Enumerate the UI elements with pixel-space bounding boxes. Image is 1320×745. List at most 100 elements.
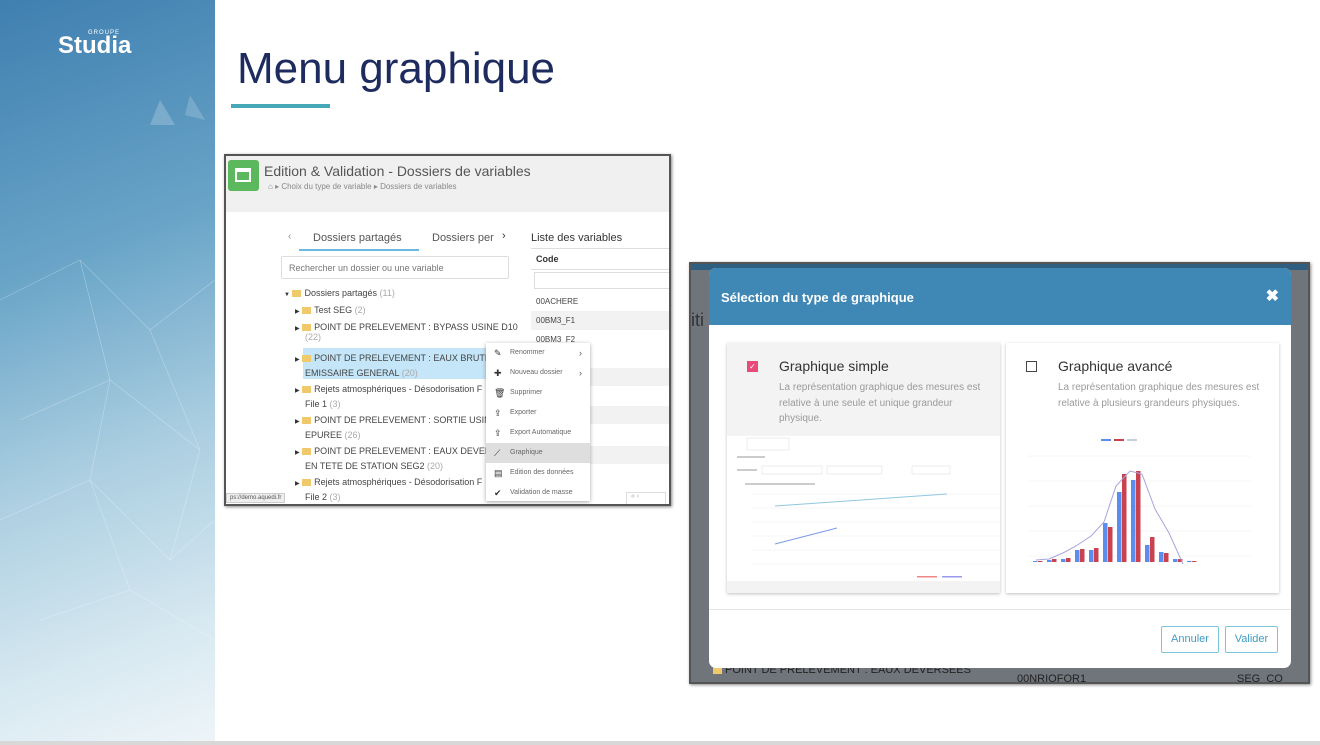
preview-bar <box>1173 559 1178 562</box>
variables-title: Liste des variables <box>531 232 623 244</box>
preview-bar <box>1066 558 1071 562</box>
modal-footer-divider <box>709 609 1291 610</box>
chevron-right-icon: › <box>579 368 582 378</box>
search-input[interactable]: Rechercher un dossier ou une variable <box>281 256 509 279</box>
breadcrumb-item[interactable]: Dossiers de variables <box>380 182 456 191</box>
home-icon[interactable]: ⌂ <box>268 182 273 191</box>
tree-item-selected[interactable]: ▶ POINT DE PRELEVEMENT : EAUX BRUTES EMIS… <box>295 352 497 380</box>
modal-header: Sélection du type de graphique ✖ <box>709 268 1291 325</box>
menu-item-bulk-validation[interactable]: ✔ Validation de masse <box>486 483 590 503</box>
tab-active-indicator <box>299 249 419 251</box>
code-column-header[interactable]: Code <box>531 248 669 270</box>
advanced-chart-preview <box>1006 436 1279 581</box>
chevron-right-icon: › <box>579 348 582 358</box>
tree-item[interactable]: ▶ Rejets atmosphériques - Désodorisation… <box>295 383 482 411</box>
preview-bar <box>1192 561 1197 562</box>
plus-icon: ✚ <box>494 368 502 378</box>
tree-item[interactable]: ▶ Rejets atmosphériques - Désodorisation… <box>295 476 482 504</box>
preview-bar <box>1038 561 1043 562</box>
tree-item[interactable]: ▶ POINT DE PRELEVEMENT : EAUX DEVERSE EN … <box>295 445 503 473</box>
preview-bar <box>1103 523 1108 562</box>
tab-shared[interactable]: Dossiers partagés <box>313 232 402 244</box>
menu-item-chart[interactable]: ⟋ Graphique <box>486 443 590 463</box>
option-title: Graphique simple <box>779 358 889 374</box>
upload-icon: ⇪ <box>494 428 502 438</box>
checkbox-unchecked[interactable] <box>1026 361 1037 372</box>
option-simple-chart[interactable]: ✓ Graphique simple La représentation gra… <box>727 343 1000 593</box>
preview-bar <box>1145 545 1150 562</box>
preview-bar <box>1117 492 1122 562</box>
tree-item[interactable]: ▶ Test SEG (2) <box>295 305 366 315</box>
folder-icon <box>302 479 312 487</box>
preview-bar <box>1075 550 1080 562</box>
chart-type-screenshot: iti POINT DE PRELEVEMENT : EAUX DEVERSEE… <box>689 262 1310 684</box>
tree-item[interactable]: ▶ POINT DE PRELEVEMENT : BYPASS USINE D1… <box>295 322 518 342</box>
tree-root[interactable]: ▼ Dossiers partagés (11) <box>284 288 395 298</box>
slide-bottom-line <box>0 741 1320 745</box>
page-title: Edition & Validation - Dossiers de varia… <box>264 163 531 179</box>
decorative-sidebar <box>0 0 215 745</box>
context-menu: ✎ Renommer › ✚ Nouveau dossier › 🗑 Supprimer … <box>486 343 590 501</box>
background-text: iti <box>691 310 704 330</box>
option-advanced-chart[interactable]: Graphique avancé La représentation graph… <box>1006 343 1279 593</box>
menu-item-auto-export[interactable]: ⇪ Export Automatique <box>486 423 590 443</box>
menu-item-delete[interactable]: 🗑 Supprimer <box>486 383 590 403</box>
simple-chart-preview <box>727 436 1000 581</box>
menu-item-new-folder[interactable]: ✚ Nouveau dossier › <box>486 363 590 383</box>
option-description: La représentation graphique des mesures … <box>1058 382 1260 409</box>
network-pattern <box>0 95 215 641</box>
pagination-first[interactable]: « ‹ <box>626 492 666 504</box>
app-icon <box>228 160 259 191</box>
preview-bar <box>1033 561 1038 562</box>
folder-icon <box>302 355 312 363</box>
preview-bar <box>1150 537 1155 562</box>
tree-item[interactable]: ▶ POINT DE PRELEVEMENT : SORTIE USINE IE… <box>295 414 502 442</box>
preview-bar <box>1047 560 1052 562</box>
menu-item-export[interactable]: ⇪ Exporter <box>486 403 590 423</box>
tab-personal[interactable]: Dossiers per <box>432 232 494 244</box>
preview-bar <box>1159 552 1164 562</box>
status-url: ps://demo.aquedi.fr <box>226 493 286 503</box>
table-row[interactable]: 00ACHERE <box>531 292 669 311</box>
folder-icon <box>302 386 312 394</box>
menu-item-edit-data[interactable]: ▤ Edition des données <box>486 463 590 483</box>
breadcrumb-item[interactable]: Choix du type de variable <box>281 182 371 191</box>
background-site: SEG_CO <box>1237 673 1283 684</box>
folders-screenshot: Edition & Validation - Dossiers de varia… <box>224 154 671 506</box>
close-icon[interactable]: ✖ <box>1266 286 1279 306</box>
tab-prev-icon[interactable]: ‹ <box>288 231 291 242</box>
table-row[interactable]: 00BM3_F1 <box>531 311 669 330</box>
slide-title: Menu graphique <box>237 44 556 93</box>
folder-icon <box>292 290 302 298</box>
preview-bar <box>1061 559 1066 562</box>
preview-bar <box>1089 550 1094 562</box>
preview-bar <box>1136 471 1141 562</box>
option-title: Graphique avancé <box>1058 358 1173 374</box>
edit-icon: ✎ <box>494 348 502 358</box>
breadcrumb: ⌂ ▸ Choix du type de variable ▸ Dossiers… <box>268 182 457 191</box>
cancel-button[interactable]: Annuler <box>1161 626 1219 653</box>
background-code: 00NRIOFOR1 <box>1017 673 1087 684</box>
trash-icon: 🗑 <box>494 388 506 398</box>
validate-button[interactable]: Valider <box>1225 626 1278 653</box>
preview-bar <box>1164 553 1169 562</box>
preview-bar <box>1122 474 1127 562</box>
preview-bar <box>1131 480 1136 562</box>
preview-bar <box>1094 548 1099 562</box>
line-chart-icon: ⟋ <box>494 448 501 458</box>
menu-item-rename[interactable]: ✎ Renommer › <box>486 343 590 363</box>
chart-type-modal: Sélection du type de graphique ✖ ✓ Graph… <box>709 268 1291 668</box>
checkbox-checked[interactable]: ✓ <box>747 361 758 372</box>
folder-icon <box>302 307 312 315</box>
tab-next-icon[interactable]: › <box>502 230 506 242</box>
preview-bar <box>1187 561 1192 562</box>
check-icon: ✔ <box>494 488 502 498</box>
modal-title: Sélection du type de graphique <box>721 290 914 305</box>
preview-bar <box>1080 549 1085 562</box>
title-underline <box>231 104 330 108</box>
preview-bar <box>1052 559 1057 562</box>
code-filter-input[interactable] <box>534 272 669 289</box>
folder-icon <box>302 324 312 332</box>
edit-data-icon: ▤ <box>494 468 503 478</box>
folder-icon <box>302 417 312 425</box>
